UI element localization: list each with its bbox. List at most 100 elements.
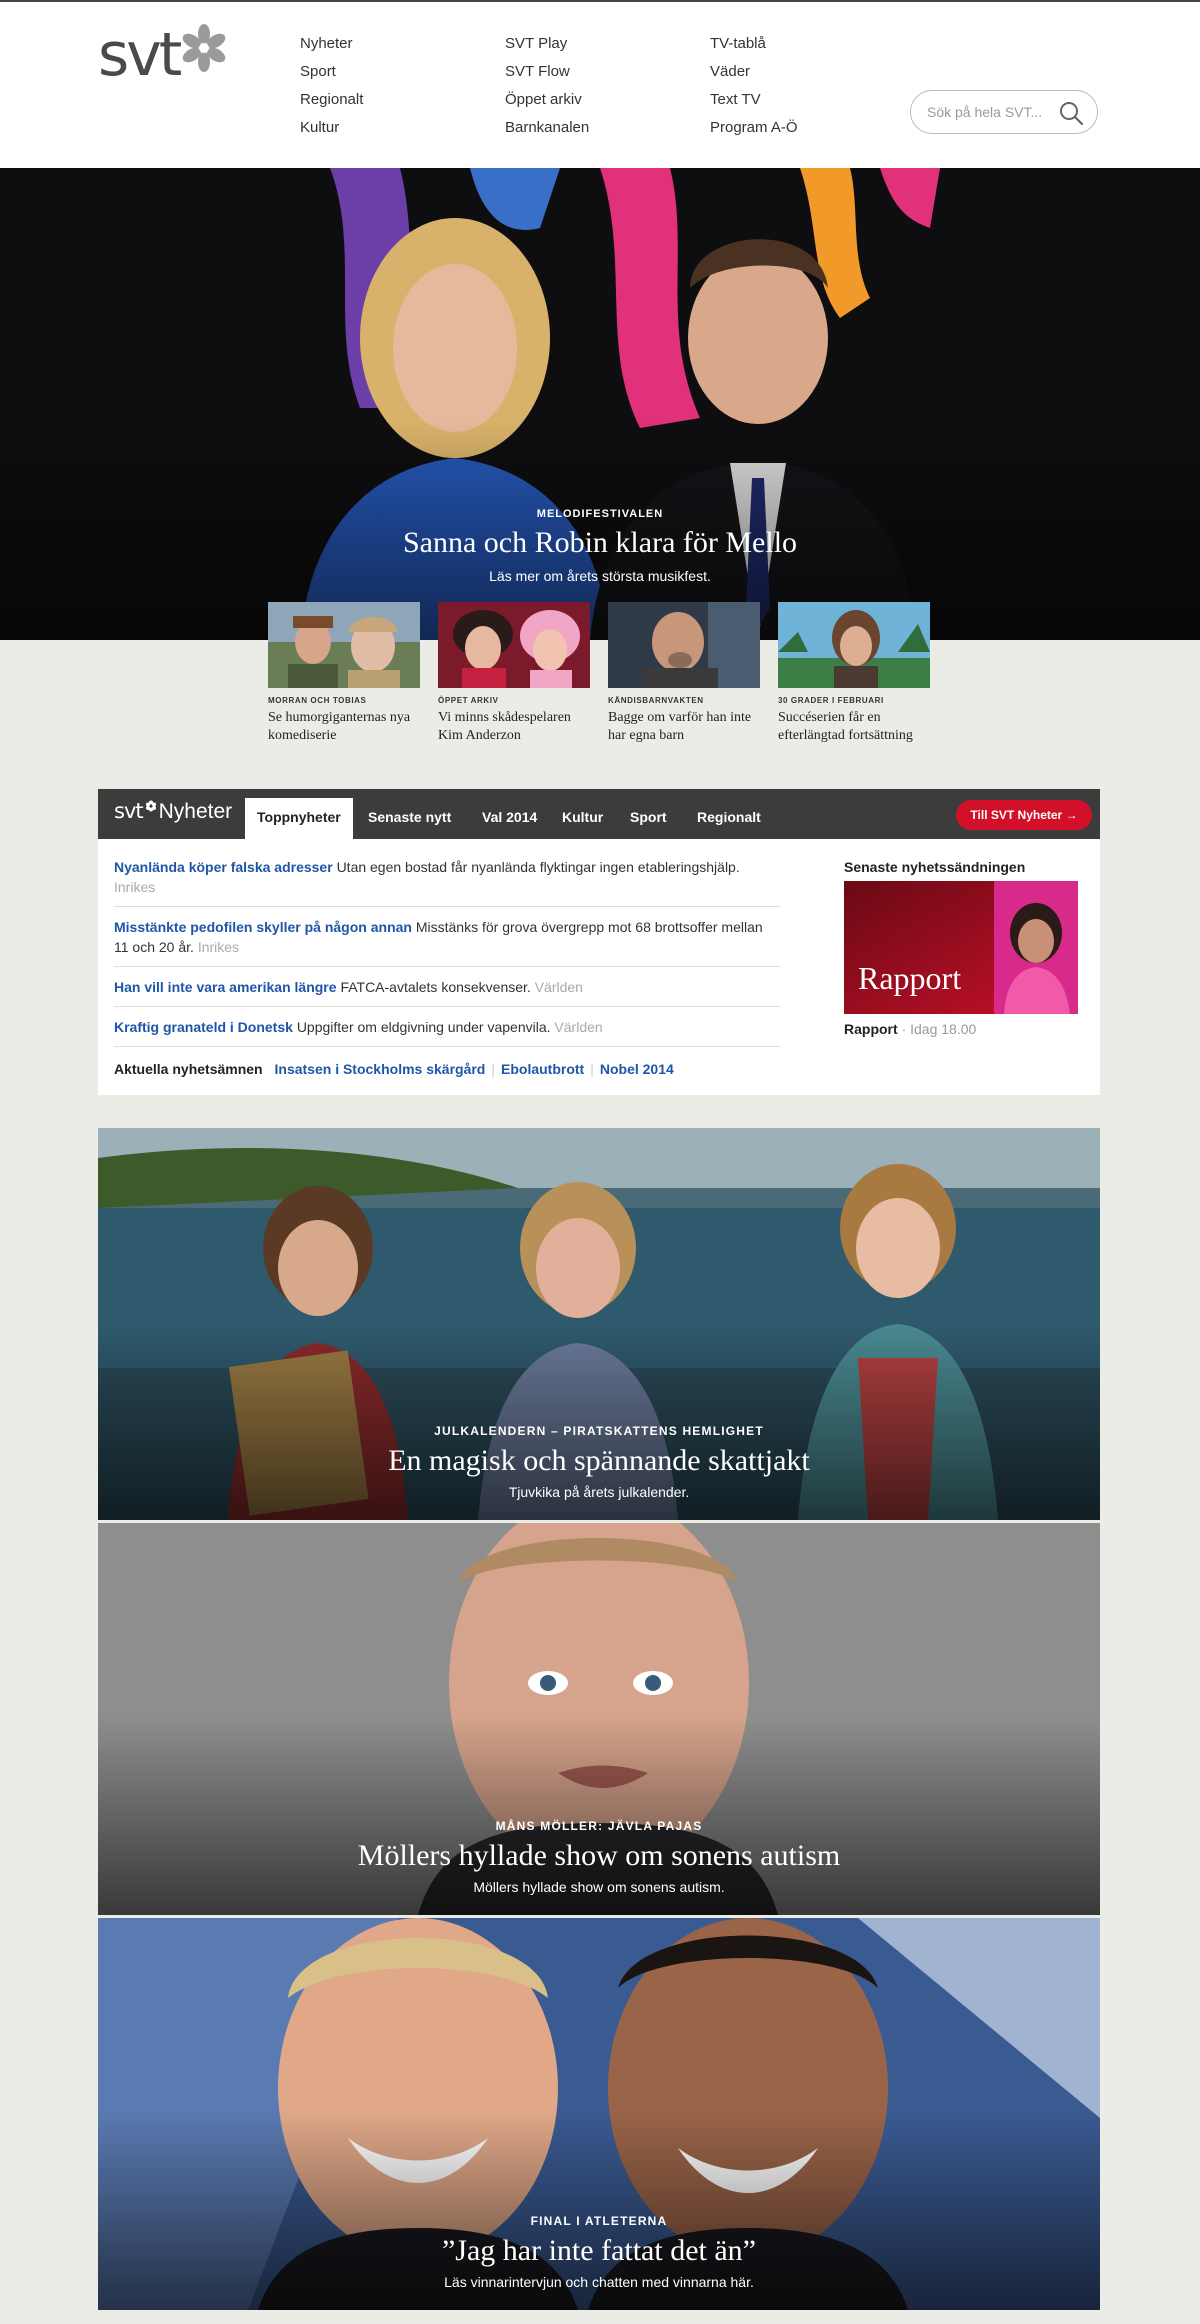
- news-logo-svt: svt: [114, 799, 144, 823]
- teaser-image: [438, 602, 590, 688]
- dot-separator: ·: [901, 1021, 907, 1037]
- teaser-card[interactable]: ÖPPET ARKIV Vi minns skådespelaren Kim A…: [438, 602, 590, 745]
- teaser-title[interactable]: Bagge om varför han inte har egna barn: [608, 709, 760, 745]
- topic-link[interactable]: Nobel 2014: [600, 1061, 674, 1077]
- nav-link-tv-tabla[interactable]: TV-tablå: [710, 30, 798, 58]
- story-headline[interactable]: Han vill inte vara amerikan längre: [114, 979, 337, 995]
- story-text: FATCA-avtalets konsekvenser.: [340, 979, 531, 995]
- feature-category: JULKALENDERN – PIRATSKATTENS HEMLIGHET: [434, 1424, 764, 1438]
- search-box: [910, 90, 1098, 134]
- story-tag: Inrikes: [114, 879, 156, 895]
- nav-column-2: SVT Play SVT Flow Öppet arkiv Barnkanale…: [505, 30, 589, 142]
- topic-link[interactable]: Insatsen i Stockholms skärgård: [275, 1061, 486, 1077]
- nav-link-regionalt[interactable]: Regionalt: [300, 86, 363, 114]
- teaser-title[interactable]: Vi minns skådespelaren Kim Anderzon: [438, 709, 590, 745]
- news-story[interactable]: Han vill inte vara amerikan längre FATCA…: [114, 977, 780, 997]
- feature-subtitle: Möllers hyllade show om sonens autism.: [473, 1879, 725, 1895]
- feature-title[interactable]: ”Jag har inte fattat det än”: [98, 2234, 1100, 2268]
- feature-subtitle: Läs vinnarintervjun och chatten med vinn…: [444, 2274, 754, 2290]
- rapport-logo-text: Rapport: [858, 960, 961, 996]
- teaser-category: KÄNDISBARNVAKTEN: [608, 696, 704, 705]
- hero-subtitle: Läs mer om årets största musikfest.: [489, 568, 711, 584]
- site-header: svt Nyheter Sport Regionalt Kultur SVT P…: [0, 2, 1200, 168]
- nav-column-3: TV-tablå Väder Text TV Program A-Ö: [710, 30, 798, 142]
- feature-category: MÅNS MÖLLER: JÄVLA PAJAS: [495, 1819, 703, 1833]
- nav-column-1: Nyheter Sport Regionalt Kultur: [300, 30, 363, 142]
- tab-val-2014[interactable]: Val 2014: [470, 798, 549, 839]
- teaser-category: 30 GRADER I FEBRUARI: [778, 696, 884, 705]
- topic-link[interactable]: Ebolautbrott: [501, 1061, 584, 1077]
- nav-link-text-tv[interactable]: Text TV: [710, 86, 798, 114]
- story-headline[interactable]: Nyanlända köper falska adresser: [114, 859, 333, 875]
- teaser-title[interactable]: Succéserien får en efterlängtad fortsätt…: [778, 709, 930, 745]
- divider: [114, 1046, 780, 1047]
- nav-link-nyheter[interactable]: Nyheter: [300, 30, 363, 58]
- news-story[interactable]: Nyanlända köper falska adresser Utan ege…: [114, 857, 780, 897]
- story-tag: Världen: [534, 979, 583, 995]
- teaser-card[interactable]: 30 GRADER I FEBRUARI Succéserien får en …: [778, 602, 930, 745]
- story-headline[interactable]: Misstänkte pedofilen skyller på någon an…: [114, 919, 412, 935]
- latest-broadcast-image[interactable]: Rapport: [844, 881, 1078, 1014]
- teaser-image: [608, 602, 760, 688]
- divider: [114, 966, 780, 967]
- story-headline[interactable]: Kraftig granateld i Donetsk: [114, 1019, 293, 1035]
- teaser-category: MORRAN OCH TOBIAS: [268, 696, 367, 705]
- feature-julkalendern[interactable]: JULKALENDERN – PIRATSKATTENS HEMLIGHET E…: [98, 1128, 1100, 1520]
- tab-senaste-nytt[interactable]: Senaste nytt: [356, 798, 463, 839]
- feature-atleterna[interactable]: FINAL I ATLETERNA ”Jag har inte fattat d…: [98, 1918, 1100, 2310]
- latest-broadcast-caption[interactable]: Rapport · Idag 18.00: [844, 1021, 976, 1037]
- svt-flower-icon: [182, 24, 226, 72]
- nav-link-vader[interactable]: Väder: [710, 58, 798, 86]
- news-story[interactable]: Misstänkte pedofilen skyller på någon an…: [114, 917, 780, 957]
- search-icon[interactable]: [1057, 99, 1085, 127]
- svt-flower-icon: [145, 800, 156, 812]
- story-tag: Inrikes: [197, 939, 240, 955]
- svt-nyheter-logo[interactable]: svt Nyheter: [114, 799, 232, 824]
- svt-logo[interactable]: svt: [98, 20, 234, 90]
- feature-mans-moller[interactable]: MÅNS MÖLLER: JÄVLA PAJAS Möllers hyllade…: [98, 1523, 1100, 1915]
- news-story[interactable]: Kraftig granateld i Donetsk Uppgifter om…: [114, 1017, 780, 1037]
- latest-program: Rapport: [844, 1021, 898, 1037]
- nav-link-sport[interactable]: Sport: [300, 58, 363, 86]
- latest-broadcast-title: Senaste nyhetssändningen: [844, 859, 1026, 875]
- news-logo-name: Nyheter: [158, 800, 233, 823]
- hero-banner[interactable]: MELODIFESTIVALEN Sanna och Robin klara f…: [0, 168, 1200, 640]
- story-text: Uppgifter om eldgivning under vapenvila.: [296, 1019, 551, 1035]
- teaser-card[interactable]: KÄNDISBARNVAKTEN Bagge om varför han int…: [608, 602, 760, 745]
- search-input[interactable]: [927, 102, 1055, 122]
- story-text: Utan egen bostad får nyanlända flyktinga…: [336, 859, 740, 875]
- nav-link-oppet-arkiv[interactable]: Öppet arkiv: [505, 86, 589, 114]
- tab-sport[interactable]: Sport: [618, 798, 679, 839]
- tab-regionalt[interactable]: Regionalt: [685, 798, 773, 839]
- feature-title[interactable]: Möllers hyllade show om sonens autism: [98, 1839, 1100, 1873]
- news-tab-bar: svt Nyheter Toppnyheter Senaste nytt Val …: [98, 789, 1100, 839]
- nav-link-svt-flow[interactable]: SVT Flow: [505, 58, 589, 86]
- hero-category: MELODIFESTIVALEN: [536, 508, 664, 520]
- nav-link-program-a-o[interactable]: Program A-Ö: [710, 114, 798, 142]
- nav-link-kultur[interactable]: Kultur: [300, 114, 363, 142]
- teaser-category: ÖPPET ARKIV: [438, 696, 499, 705]
- nav-link-barnkanalen[interactable]: Barnkanalen: [505, 114, 589, 142]
- tab-toppnyheter[interactable]: Toppnyheter: [245, 798, 353, 839]
- separator: |: [491, 1061, 495, 1077]
- news-topics: Aktuella nyhetsämnen Insatsen i Stockhol…: [114, 1059, 674, 1079]
- teaser-image: [268, 602, 420, 688]
- tab-kultur[interactable]: Kultur: [550, 798, 615, 839]
- separator: |: [590, 1061, 594, 1077]
- till-svt-nyheter-label: Till SVT Nyheter: [970, 808, 1063, 822]
- feature-title[interactable]: En magisk och spännande skattjakt: [98, 1444, 1100, 1478]
- topics-label: Aktuella nyhetsämnen: [114, 1061, 263, 1077]
- feature-category: FINAL I ATLETERNA: [530, 2214, 668, 2228]
- nav-link-svt-play[interactable]: SVT Play: [505, 30, 589, 58]
- hero-title[interactable]: Sanna och Robin klara för Mello: [0, 526, 1200, 560]
- teaser-card[interactable]: MORRAN OCH TOBIAS Se humorgiganternas ny…: [268, 602, 420, 745]
- teaser-title[interactable]: Se humorgiganternas nya komediserie: [268, 709, 420, 745]
- story-tag: Världen: [554, 1019, 603, 1035]
- teaser-image: [778, 602, 930, 688]
- till-svt-nyheter-button[interactable]: Till SVT Nyheter →: [956, 800, 1092, 830]
- latest-time: Idag 18.00: [910, 1021, 977, 1037]
- arrow-right-icon: →: [1065, 808, 1078, 822]
- divider: [114, 1006, 780, 1007]
- feature-subtitle: Tjuvkika på årets julkalender.: [508, 1484, 690, 1500]
- news-module: svt Nyheter Toppnyheter Senaste nytt Val …: [98, 789, 1100, 1095]
